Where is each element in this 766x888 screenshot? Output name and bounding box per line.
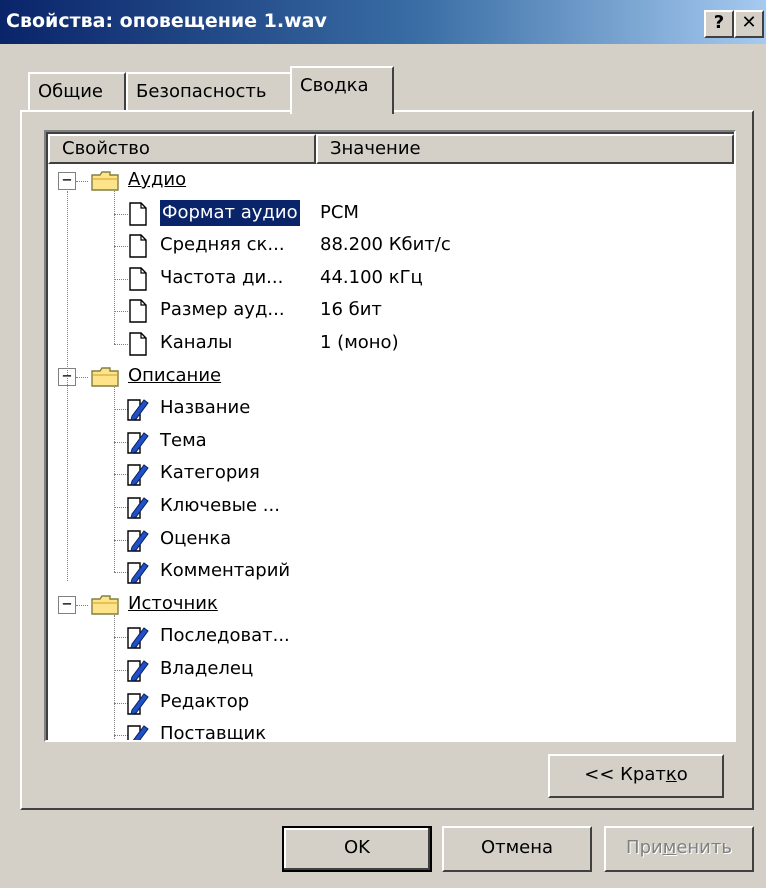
editable-property-icon — [122, 527, 152, 553]
document-icon — [122, 266, 152, 292]
tab-summary-label: Сводка — [300, 75, 369, 96]
tree-item-label: Ключевые ... — [160, 495, 280, 516]
collapse-toggle-icon[interactable]: − — [58, 595, 76, 614]
properties-list[interactable]: Свойство Значение − Аудио Формат аудио PCM С… — [44, 130, 736, 742]
tree-root-line — [67, 191, 68, 581]
tab-general-label: Общие — [38, 81, 103, 102]
tab-summary[interactable]: Сводка — [290, 66, 394, 114]
document-icon — [122, 201, 152, 227]
window-title: Свойства: оповещение 1.wav — [6, 10, 327, 32]
column-header-value[interactable]: Значение — [316, 134, 734, 164]
tree-item-value: PCM — [320, 201, 359, 223]
properties-dialog: Свойства: оповещение 1.wav ? ✕ Общие Без… — [0, 0, 766, 888]
tab-security[interactable]: Безопасность — [126, 72, 292, 112]
tree-item-label: Категория — [160, 462, 260, 484]
tree-connector — [76, 604, 88, 606]
folder-icon — [90, 592, 120, 618]
tree-item[interactable]: Частота ди... 44.100 кГц — [48, 263, 734, 295]
cancel-button[interactable]: Отмена — [442, 826, 592, 872]
editable-property-icon — [122, 624, 152, 650]
tree-item[interactable]: Название — [48, 393, 734, 425]
column-header-value-label: Значение — [330, 138, 421, 159]
tree-group-label: Описание — [128, 364, 222, 386]
tab-security-label: Безопасность — [136, 81, 267, 102]
apply-button: Применить — [604, 826, 754, 872]
folder-icon — [90, 364, 120, 390]
tree-item[interactable]: Категория — [48, 458, 734, 490]
collapse-toggle-icon[interactable]: − — [58, 172, 76, 190]
tree-item-label: Поставщик — [160, 723, 267, 740]
tree-item-label: Размер ауд... — [160, 299, 285, 321]
tree-connector — [76, 181, 88, 182]
editable-property-icon — [122, 494, 152, 520]
document-icon — [122, 233, 152, 259]
tree-group[interactable]: − Источник — [48, 589, 734, 621]
apply-button-label: При — [626, 837, 663, 858]
tree-item-label: Владелец — [160, 658, 254, 679]
column-header-property[interactable]: Свойство — [48, 134, 316, 164]
tree-group[interactable]: − Аудио — [48, 165, 734, 197]
tree-group[interactable]: − Описание — [48, 361, 734, 393]
tree-branch-line — [114, 614, 115, 740]
editable-property-icon — [122, 461, 152, 487]
tree-item-label: Комментарий — [160, 560, 291, 582]
editable-property-icon — [122, 657, 152, 683]
editable-property-icon — [122, 722, 152, 740]
column-header-property-label: Свойство — [62, 138, 150, 159]
brief-button-label: << Крат — [584, 764, 666, 785]
tree-item-label: Название — [160, 397, 251, 419]
tree-group-label: Аудио — [128, 169, 187, 190]
ok-button-label: OK — [344, 837, 370, 858]
tree-connector — [76, 376, 88, 378]
document-icon — [122, 331, 152, 357]
tree-item-value: 1 (моно) — [320, 332, 399, 353]
editable-property-icon — [122, 690, 152, 716]
tree-item-value: 16 бит — [320, 299, 382, 321]
tree-item[interactable]: Каналы 1 (моно) — [48, 328, 734, 360]
tree-item[interactable]: Ключевые ... — [48, 491, 734, 523]
tree-item[interactable]: Поставщик — [48, 719, 734, 740]
tree-item-label: Последоват... — [160, 625, 290, 647]
tree-item[interactable]: Последоват... — [48, 621, 734, 653]
folder-icon — [90, 168, 120, 194]
apply-button-label-end: енить — [676, 837, 732, 858]
tree-item[interactable]: Формат аудио PCM — [48, 198, 734, 230]
brief-button-accel: к — [665, 764, 677, 785]
tree-item-label: Каналы — [160, 332, 233, 353]
tree-item[interactable]: Владелец — [48, 654, 734, 686]
tree-group-label: Источник — [128, 592, 218, 614]
editable-property-icon — [122, 396, 152, 422]
tree-item[interactable]: Комментарий — [48, 556, 734, 588]
editable-property-icon — [122, 429, 152, 455]
ok-button[interactable]: OK — [282, 826, 432, 872]
tree-branch-line — [114, 386, 115, 573]
help-button[interactable]: ? — [704, 10, 734, 38]
tree-item-value: 44.100 кГц — [320, 266, 423, 288]
editable-property-icon — [122, 559, 152, 585]
tree-item-label: Редактор — [160, 690, 250, 712]
close-button[interactable]: ✕ — [734, 10, 764, 38]
tree-item-value: 88.200 Кбит/с — [320, 234, 451, 256]
tree-item[interactable]: Средняя ск... 88.200 Кбит/с — [48, 230, 734, 262]
brief-button-label-end: о — [676, 764, 688, 785]
tree-item-label: Частота ди... — [160, 266, 284, 288]
tab-general[interactable]: Общие — [28, 72, 126, 112]
tree-item[interactable]: Редактор — [48, 687, 734, 719]
tree-item[interactable]: Оценка — [48, 524, 734, 556]
tree-item[interactable]: Размер ауд... 16 бит — [48, 295, 734, 327]
tree-item[interactable]: Тема — [48, 426, 734, 458]
document-icon — [122, 298, 152, 324]
tree-item-label: Оценка — [160, 527, 232, 549]
brief-button[interactable]: << Кратко — [548, 754, 724, 798]
tree-item-label: Средняя ск... — [160, 234, 285, 256]
tree-item-label: Тема — [160, 429, 207, 451]
tree-branch-line — [114, 191, 115, 344]
properties-list-body: Свойство Значение − Аудио Формат аудио PCM С… — [46, 132, 734, 740]
cancel-button-label: Отмена — [480, 837, 554, 858]
tree-item-label: Формат аудио — [160, 199, 300, 226]
apply-button-accel: м — [662, 837, 677, 858]
title-bar: Свойства: оповещение 1.wav ? ✕ — [0, 0, 766, 44]
